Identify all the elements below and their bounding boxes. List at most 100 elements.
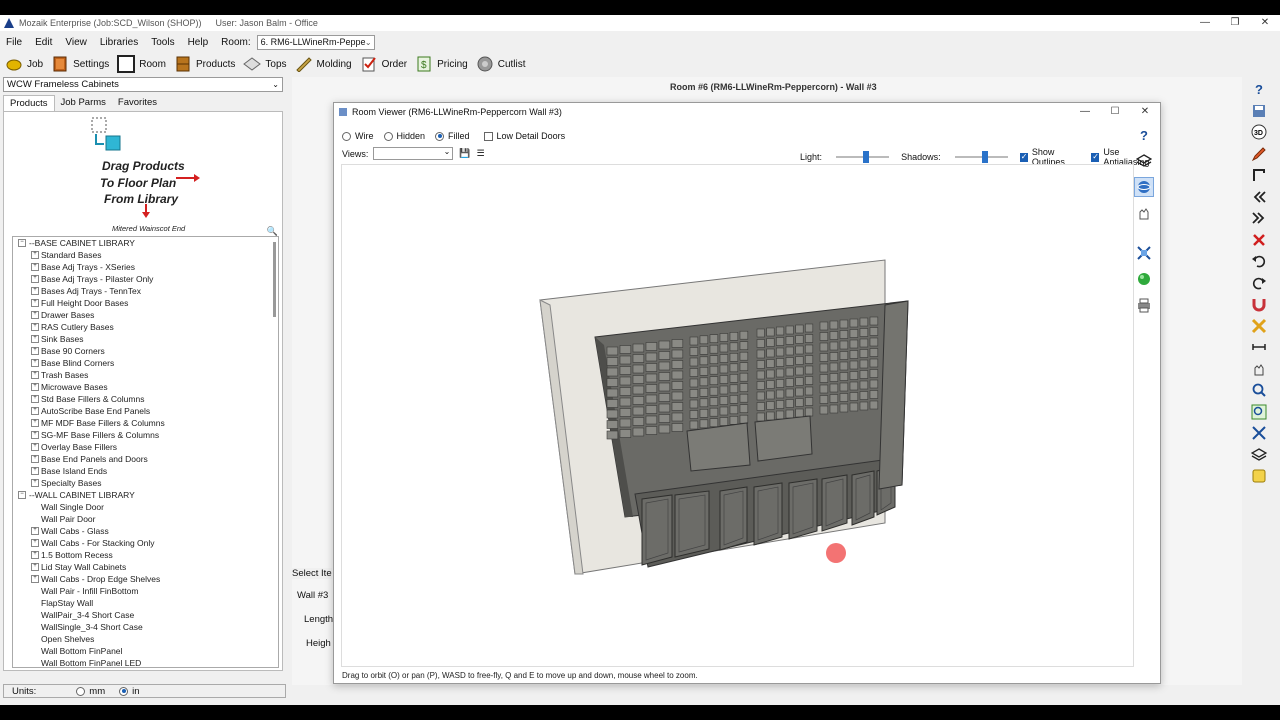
tree-item[interactable]: Open Shelves (13, 633, 278, 645)
tree-item[interactable]: Base Blind Corners (13, 357, 278, 369)
layers-icon[interactable] (1134, 151, 1154, 171)
zoom-extents-icon[interactable] (1134, 243, 1154, 263)
viewer-close-button[interactable]: ✕ (1130, 103, 1160, 121)
tree-item[interactable]: Specialty Bases (13, 477, 278, 489)
help-icon[interactable]: ? (1134, 125, 1154, 145)
light-slider-thumb[interactable] (863, 151, 870, 163)
menu-libraries[interactable]: Libraries (100, 37, 138, 48)
tab-products[interactable]: Products (3, 95, 55, 111)
tree-item[interactable]: Base Island Ends (13, 465, 278, 477)
tree-item[interactable]: Base Adj Trays - Pilaster Only (13, 273, 278, 285)
tree-item[interactable]: Bases Adj Trays - TennTex (13, 285, 278, 297)
light-slider[interactable] (836, 151, 890, 163)
tree-item[interactable]: WallPair_3-4 Short Case (13, 609, 278, 621)
render-sphere-icon[interactable] (1134, 269, 1154, 289)
maximize-button[interactable]: ❐ (1220, 15, 1250, 31)
tree-item[interactable]: Base End Panels and Doors (13, 453, 278, 465)
tree-category[interactable]: --BASE CABINET LIBRARY (13, 237, 278, 249)
settings-button[interactable]: Settings (51, 55, 109, 73)
tree-item[interactable]: Wall Single Door (13, 501, 278, 513)
tree-item[interactable]: FlapStay Wall (13, 597, 278, 609)
orbit-icon[interactable] (1134, 177, 1154, 197)
library-select[interactable]: WCW Frameless Cabinets ⌄ (3, 77, 283, 92)
tree-item[interactable]: Wall Cabs - Drop Edge Shelves (13, 573, 278, 585)
minimize-button[interactable]: — (1190, 15, 1220, 31)
tree-item[interactable]: Wall Cabs - For Stacking Only (13, 537, 278, 549)
tree-item[interactable]: MF MDF Base Fillers & Columns (13, 417, 278, 429)
menu-edit[interactable]: Edit (35, 37, 52, 48)
cutlist-button[interactable]: Cutlist (476, 55, 526, 73)
low-detail-checkbox[interactable] (483, 131, 493, 141)
double-chevron-right-icon[interactable] (1249, 208, 1269, 228)
tree-item[interactable]: Overlay Base Fillers (13, 441, 278, 453)
magnet-icon[interactable] (1249, 294, 1269, 314)
double-chevron-left-icon[interactable] (1249, 187, 1269, 207)
wire-radio[interactable] (342, 131, 351, 141)
viewer-minimize-button[interactable]: — (1070, 103, 1100, 121)
zoom-window-icon[interactable] (1249, 402, 1269, 422)
tree-item[interactable]: Full Height Door Bases (13, 297, 278, 309)
tree-item[interactable]: Base Adj Trays - XSeries (13, 261, 278, 273)
list-icon[interactable]: ☰ (477, 148, 485, 159)
antialiasing-checkbox[interactable] (1091, 152, 1100, 162)
tops-button[interactable]: Tops (243, 55, 287, 73)
tree-item[interactable]: Wall Pair Door (13, 513, 278, 525)
menu-view[interactable]: View (65, 37, 87, 48)
job-button[interactable]: Job (5, 55, 43, 73)
wall-icon[interactable] (1249, 165, 1269, 185)
tree-item[interactable]: RAS Cutlery Bases (13, 321, 278, 333)
tree-item[interactable]: SG-MF Base Fillers & Columns (13, 429, 278, 441)
units-in-radio[interactable] (119, 686, 129, 696)
tab-favorites[interactable]: Favorites (112, 95, 163, 111)
hand-icon[interactable] (1249, 359, 1269, 379)
3d-view-icon[interactable]: 3D (1249, 122, 1269, 142)
tree-category[interactable]: --WALL CABINET LIBRARY (13, 489, 278, 501)
units-mm-radio[interactable] (76, 686, 86, 696)
filled-radio[interactable] (435, 131, 445, 141)
room-button[interactable]: Room (117, 55, 166, 73)
pencil-icon[interactable] (1249, 144, 1269, 164)
pan-hand-icon[interactable] (1134, 203, 1154, 223)
print-icon[interactable] (1134, 295, 1154, 315)
tree-item[interactable]: AutoScribe Base End Panels (13, 405, 278, 417)
zoom-extents-icon[interactable] (1249, 423, 1269, 443)
menu-file[interactable]: File (6, 37, 22, 48)
viewer-maximize-button[interactable]: ☐ (1100, 103, 1130, 121)
menu-help[interactable]: Help (188, 37, 209, 48)
views-select[interactable]: ⌄ (373, 147, 454, 160)
molding-button[interactable]: Molding (295, 55, 352, 73)
tree-item[interactable]: 1.5 Bottom Recess (13, 549, 278, 561)
tree-item[interactable]: Drawer Bases (13, 309, 278, 321)
close-button[interactable]: ✕ (1250, 15, 1280, 31)
note-icon[interactable] (1249, 466, 1269, 486)
tree-item[interactable]: Microwave Bases (13, 381, 278, 393)
redo-icon[interactable] (1249, 273, 1269, 293)
tree-item[interactable]: Wall Pair - Infill FinBottom (13, 585, 278, 597)
tree-scrollbar[interactable] (273, 242, 276, 317)
hidden-radio[interactable] (383, 131, 393, 141)
tree-item[interactable]: Trash Bases (13, 369, 278, 381)
tree-item[interactable]: Wall Bottom FinPanel LED (13, 657, 278, 667)
dimension-icon[interactable] (1249, 337, 1269, 357)
zoom-icon[interactable] (1249, 380, 1269, 400)
show-outlines-checkbox[interactable] (1019, 152, 1028, 162)
products-button[interactable]: Products (174, 55, 235, 73)
tab-job-parms[interactable]: Job Parms (55, 95, 112, 111)
tree-item[interactable]: Wall Cabs - Glass (13, 525, 278, 537)
room-select[interactable]: 6. RM6-LLWineRm-Peppe ⌄ (256, 34, 375, 50)
pricing-button[interactable]: $ Pricing (415, 55, 468, 73)
delete-icon[interactable] (1249, 230, 1269, 250)
tree-item[interactable]: Sink Bases (13, 333, 278, 345)
save-view-icon[interactable]: 💾 (459, 148, 470, 159)
undo-icon[interactable] (1249, 251, 1269, 271)
menu-tools[interactable]: Tools (151, 37, 174, 48)
tree-item[interactable]: WallSingle_3-4 Short Case (13, 621, 278, 633)
tree-item[interactable]: Wall Bottom FinPanel (13, 645, 278, 657)
tree-item[interactable]: Lid Stay Wall Cabinets (13, 561, 278, 573)
shadows-slider-thumb[interactable] (981, 151, 988, 163)
tree-item[interactable]: Base 90 Corners (13, 345, 278, 357)
tools-icon[interactable] (1249, 316, 1269, 336)
shadows-slider[interactable] (954, 151, 1008, 163)
3d-viewport[interactable] (341, 164, 1134, 667)
order-button[interactable]: Order (360, 55, 407, 73)
